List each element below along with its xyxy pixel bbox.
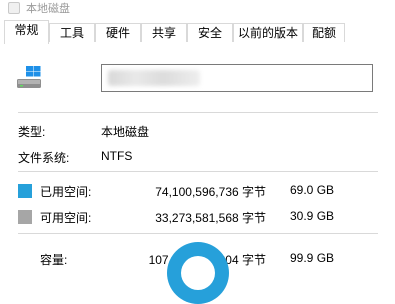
title-bar: 本地磁盘 [0, 0, 395, 20]
tab-security[interactable]: 安全 [187, 23, 233, 42]
divider [18, 233, 378, 234]
type-value: 本地磁盘 [101, 125, 150, 139]
tab-sharing[interactable]: 共享 [141, 23, 187, 42]
windows-drive-icon [17, 66, 41, 88]
capacity-size: 99.9 GB [290, 251, 335, 265]
tab-general[interactable]: 常规 [4, 20, 49, 44]
type-label: 类型: [18, 125, 46, 139]
free-space-swatch [18, 210, 32, 224]
tab-quota[interactable]: 配额 [303, 23, 345, 42]
tab-hardware[interactable]: 硬件 [95, 23, 141, 42]
filesystem-label: 文件系统: [18, 151, 70, 165]
filesystem-value: NTFS [101, 149, 133, 163]
tab-strip: 常规 工具 硬件 共享 安全 以前的版本 配额 [0, 20, 395, 44]
drive-name-input[interactable] [101, 64, 373, 92]
divider [18, 112, 378, 113]
capacity-label: 容量: [40, 253, 68, 267]
used-space-swatch [18, 184, 32, 198]
free-space-bytes: 33,273,581,568 字节 [155, 211, 266, 225]
disk-usage-pie-center [181, 256, 215, 290]
window-icon [8, 2, 20, 14]
redacted-name [108, 70, 200, 86]
free-space-size: 30.9 GB [290, 209, 335, 223]
tab-previous-versions[interactable]: 以前的版本 [233, 23, 303, 42]
tab-tools[interactable]: 工具 [49, 23, 95, 42]
used-space-size: 69.0 GB [290, 183, 335, 197]
divider [18, 171, 378, 172]
window-title: 本地磁盘 [26, 3, 70, 15]
used-space-bytes: 74,100,596,736 字节 [155, 185, 266, 199]
